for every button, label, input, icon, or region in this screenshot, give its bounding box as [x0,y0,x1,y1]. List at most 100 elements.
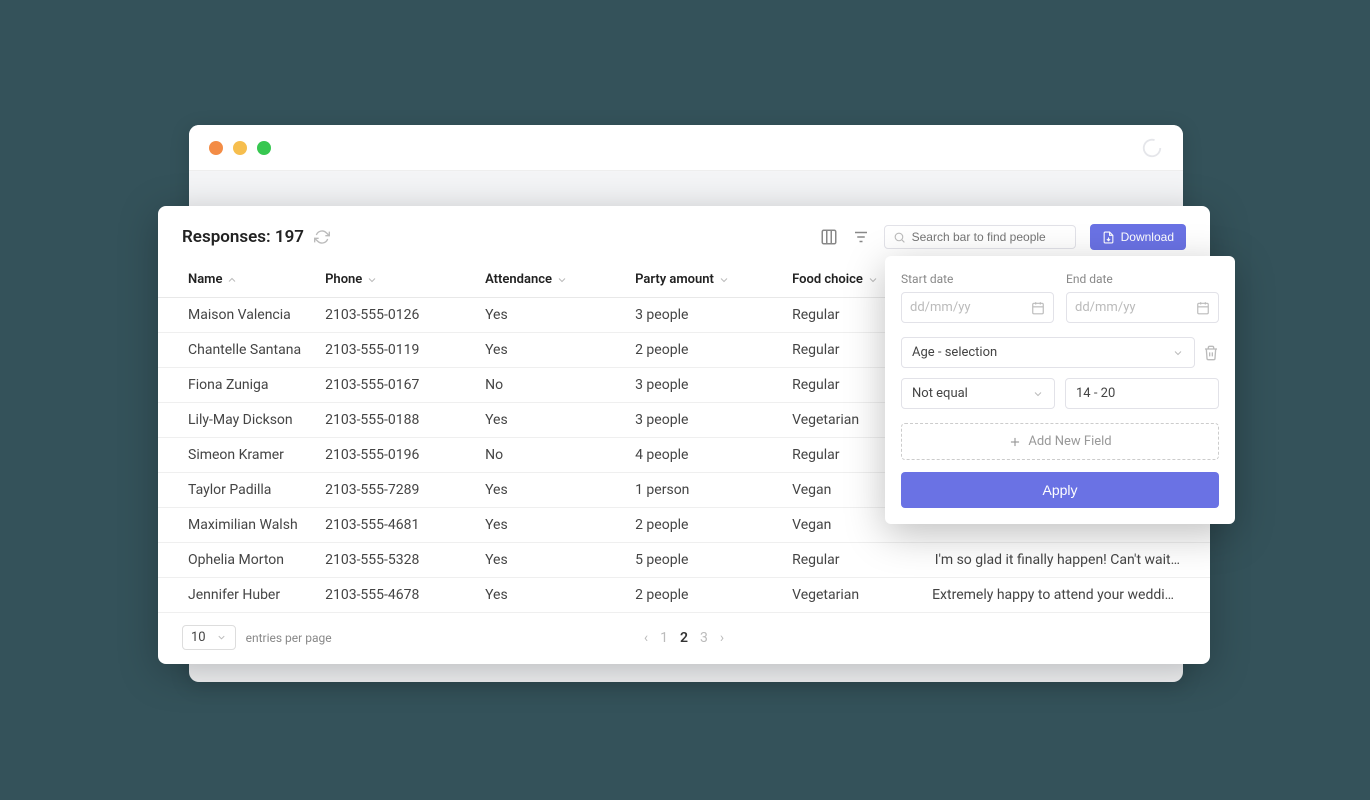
cell-phone: 2103-555-0188 [325,403,485,438]
cell-party: 2 people [635,333,792,368]
table-row[interactable]: Ophelia Morton2103-555-5328Yes5 peopleRe… [158,543,1210,578]
cell-name: Ophelia Morton [158,543,325,578]
cell-extras: Extremely happy to attend your wedding… [932,578,1210,613]
cell-attendance: Yes [485,333,635,368]
calendar-icon [1031,301,1045,315]
end-date-placeholder: dd/mm/yy [1075,300,1136,315]
end-date-label: End date [1066,272,1219,286]
cell-party: 2 people [635,508,792,543]
cell-attendance: Yes [485,508,635,543]
search-input[interactable] [912,230,1067,244]
download-label: Download [1121,230,1174,244]
browser-titlebar [189,125,1183,171]
cell-attendance: Yes [485,298,635,333]
sort-icon [556,274,568,286]
title-prefix: Responses: [182,227,271,247]
cell-phone: 2103-555-4678 [325,578,485,613]
filter-icon[interactable] [852,228,870,246]
table-footer: 10 entries per page ‹ 123 › [158,613,1210,650]
chevron-down-icon [216,632,227,643]
col-phone[interactable]: Phone [325,262,485,298]
close-window-button[interactable] [209,141,223,155]
pager: ‹ 123 › [644,630,724,646]
pager-page[interactable]: 1 [660,630,668,646]
cell-party: 3 people [635,298,792,333]
col-party[interactable]: Party amount [635,262,792,298]
cell-name: Fiona Zuniga [158,368,325,403]
response-count: 197 [275,227,304,247]
cell-phone: 2103-555-0119 [325,333,485,368]
cell-party: 3 people [635,368,792,403]
toolbar: Download [820,224,1186,250]
pager-prev[interactable]: ‹ [644,630,648,646]
loading-icon [1141,137,1163,159]
cell-name: Maximilian Walsh [158,508,325,543]
chevron-down-icon [1172,347,1184,359]
download-icon [1102,231,1115,244]
cell-attendance: No [485,368,635,403]
panel-title: Responses: 197 [182,227,304,247]
pager-next[interactable]: › [720,630,724,646]
filter-value: 14 - 20 [1076,386,1115,401]
cell-food: Regular [792,543,932,578]
cell-party: 4 people [635,438,792,473]
entries-value: 10 [191,630,206,645]
columns-icon[interactable] [820,228,838,246]
end-date-input[interactable]: dd/mm/yy [1066,292,1219,323]
cell-phone: 2103-555-4681 [325,508,485,543]
cell-party: 2 people [635,578,792,613]
apply-button[interactable]: Apply [901,472,1219,508]
cell-attendance: Yes [485,578,635,613]
sort-icon [718,274,730,286]
search-icon [893,231,906,244]
delete-filter-icon[interactable] [1203,345,1219,361]
cell-name: Taylor Padilla [158,473,325,508]
cell-phone: 2103-555-7289 [325,473,485,508]
cell-attendance: Yes [485,403,635,438]
sort-icon [366,274,378,286]
filter-field-select[interactable]: Age - selection [901,337,1195,368]
add-field-label: Add New Field [1028,434,1111,449]
cell-attendance: Yes [485,543,635,578]
filter-value-input[interactable]: 14 - 20 [1065,378,1219,409]
cell-name: Chantelle Santana [158,333,325,368]
traffic-lights [209,141,271,155]
start-date-placeholder: dd/mm/yy [910,300,971,315]
cell-name: Maison Valencia [158,298,325,333]
cell-name: Jennifer Huber [158,578,325,613]
col-name[interactable]: Name [158,262,325,298]
entries-label: entries per page [246,631,332,645]
filter-operator-select[interactable]: Not equal [901,378,1055,409]
add-new-field-button[interactable]: Add New Field [901,423,1219,460]
filter-popup: Start date dd/mm/yy End date dd/mm/yy Ag… [885,256,1235,524]
maximize-window-button[interactable] [257,141,271,155]
table-row[interactable]: Jennifer Huber2103-555-4678Yes2 peopleVe… [158,578,1210,613]
cell-phone: 2103-555-5328 [325,543,485,578]
cell-phone: 2103-555-0167 [325,368,485,403]
sort-icon [867,274,879,286]
pager-page[interactable]: 2 [680,630,688,646]
start-date-label: Start date [901,272,1054,286]
calendar-icon [1196,301,1210,315]
search-box[interactable] [884,225,1076,249]
col-attendance[interactable]: Attendance [485,262,635,298]
cell-attendance: Yes [485,473,635,508]
cell-phone: 2103-555-0196 [325,438,485,473]
apply-label: Apply [1042,482,1077,498]
download-button[interactable]: Download [1090,224,1186,250]
cell-name: Simeon Kramer [158,438,325,473]
entries-per-page-select[interactable]: 10 [182,625,236,650]
cell-party: 5 people [635,543,792,578]
pager-page[interactable]: 3 [700,630,708,646]
start-date-input[interactable]: dd/mm/yy [901,292,1054,323]
operator-value: Not equal [912,386,968,401]
field-selected-value: Age - selection [912,345,997,360]
cell-food: Vegetarian [792,578,932,613]
plus-icon [1008,435,1022,449]
refresh-icon[interactable] [314,229,330,245]
minimize-window-button[interactable] [233,141,247,155]
cell-party: 1 person [635,473,792,508]
cell-extras: I'm so glad it finally happen! Can't wai… [932,543,1210,578]
cell-name: Lily-May Dickson [158,403,325,438]
cell-attendance: No [485,438,635,473]
